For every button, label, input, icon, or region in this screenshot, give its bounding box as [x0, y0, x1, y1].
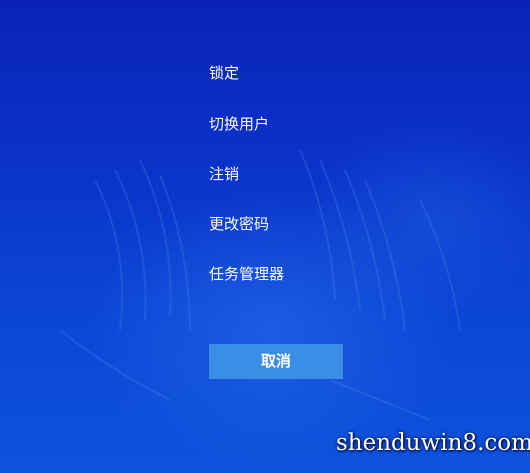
change-password-option[interactable]: 更改密码: [209, 214, 269, 234]
cancel-button[interactable]: 取消: [209, 344, 343, 379]
sign-out-option[interactable]: 注销: [209, 164, 239, 184]
lock-option[interactable]: 锁定: [209, 63, 239, 83]
task-manager-option[interactable]: 任务管理器: [209, 264, 284, 284]
secure-attention-screen: 锁定 切换用户 注销 更改密码 任务管理器 取消 shenduwin8.com: [0, 0, 530, 473]
background-texture: [59, 149, 461, 421]
switch-user-option[interactable]: 切换用户: [209, 114, 269, 134]
site-watermark: shenduwin8.com: [336, 430, 530, 456]
